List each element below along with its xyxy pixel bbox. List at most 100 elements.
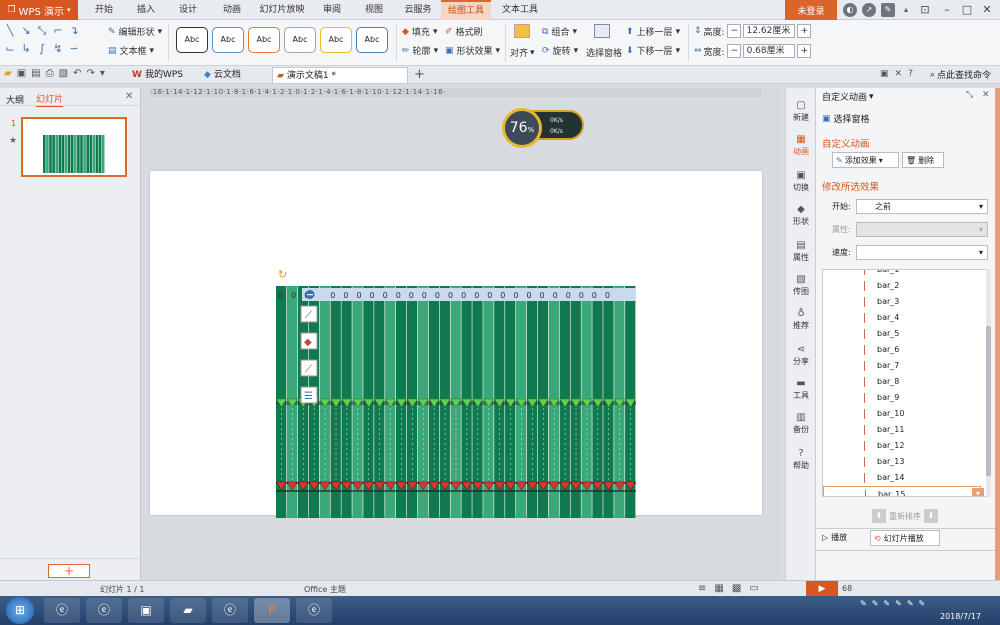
curve-arrow-shape-icon[interactable]: ↯ bbox=[52, 43, 64, 55]
item-dropdown-icon[interactable]: ▾ bbox=[972, 488, 984, 496]
style-preset-2[interactable]: Abc bbox=[212, 27, 244, 53]
animation-list-item[interactable]: bar_1 bbox=[823, 270, 981, 278]
new-tab-icon[interactable]: + bbox=[414, 66, 425, 83]
freeform-shape-icon[interactable]: ∽ bbox=[68, 43, 80, 55]
network-speed-widget[interactable]: 76% 0K/s 0K/s bbox=[502, 108, 584, 150]
tray-icon[interactable]: ✎ bbox=[907, 599, 914, 608]
double-arrow-shape-icon[interactable]: ⤡ bbox=[36, 25, 48, 37]
restore-icon[interactable]: ⊡ bbox=[915, 2, 935, 18]
connector-shape-icon[interactable]: ⌙ bbox=[4, 43, 16, 55]
menu-insert[interactable]: 插入 bbox=[128, 0, 164, 20]
collapse-icon[interactable]: ▴ bbox=[899, 3, 913, 17]
menu-review[interactable]: 审阅 bbox=[316, 0, 348, 20]
elbow-arrow-shape-icon[interactable]: ↴ bbox=[68, 25, 80, 37]
elbow-shape-icon[interactable]: ⌐ bbox=[52, 25, 64, 37]
feedback-icon[interactable]: ✎ bbox=[881, 3, 895, 17]
side-tool-backup[interactable]: ▥ 备份 bbox=[786, 412, 816, 435]
animation-list-item[interactable]: bar_15 ▾ bbox=[823, 486, 984, 496]
speed-select[interactable]: ▾ bbox=[856, 245, 988, 260]
reading-view-icon[interactable]: ▭ bbox=[749, 583, 758, 594]
combine-button[interactable]: ⧉ 组合 ▾ bbox=[542, 25, 577, 39]
menu-view[interactable]: 视图 bbox=[358, 0, 390, 20]
menu-drawing-tools[interactable]: 绘图工具 bbox=[441, 0, 491, 20]
curve-shape-icon[interactable]: ∫ bbox=[36, 43, 48, 55]
textbox-button[interactable]: ▤ 文本框 ▾ bbox=[108, 44, 154, 58]
slide-thumbnail[interactable] bbox=[21, 117, 127, 177]
search-input[interactable]: 点此查找命令 bbox=[937, 68, 991, 81]
maximize-icon[interactable]: □ bbox=[957, 2, 977, 18]
side-tool-new[interactable]: ▢ 新建 bbox=[786, 100, 816, 123]
share-icon[interactable]: ↗ bbox=[862, 3, 876, 17]
pane-title-dropdown[interactable]: 自定义动画 ▾ bbox=[822, 90, 874, 104]
animation-list[interactable]: bar_1 bar_2 bar_3 bar_4 bar_5 bar_6 bar_7 bar_8… bbox=[822, 269, 987, 497]
send-backward-button[interactable]: ⬇ 下移一层 ▾ bbox=[626, 44, 680, 58]
close-pane-icon[interactable]: ✕ bbox=[982, 90, 990, 100]
command-search[interactable]: ⌕ 点此查找命令 bbox=[930, 68, 991, 82]
side-tool-properties[interactable]: ▤ 属性 bbox=[786, 240, 816, 263]
animation-list-item[interactable]: bar_7 bbox=[823, 358, 981, 374]
move-up-icon[interactable]: ⬆ bbox=[872, 509, 886, 523]
side-tool-recommend[interactable]: ♁ 推荐 bbox=[786, 308, 816, 331]
menu-design[interactable]: 设计 bbox=[170, 0, 206, 20]
move-down-icon[interactable]: ⬇ bbox=[924, 509, 938, 523]
tab-presentation-1[interactable]: ▰ 演示文稿1 * bbox=[272, 67, 408, 83]
save-as-icon[interactable]: ▤ bbox=[31, 68, 40, 79]
side-tool-transition[interactable]: ▣ 切换 bbox=[786, 170, 816, 193]
height-decrement-button[interactable]: − bbox=[726, 24, 741, 38]
menu-text-tools[interactable]: 文本工具 bbox=[495, 0, 545, 20]
tray-icon[interactable]: ✎ bbox=[895, 599, 902, 608]
taskbar-ie-3[interactable]: ⓔ bbox=[296, 598, 332, 623]
bring-forward-button[interactable]: ⬆ 上移一层 ▾ bbox=[626, 25, 680, 39]
animation-list-item[interactable]: bar_3 bbox=[823, 294, 981, 310]
width-input[interactable]: 0.68厘米 bbox=[742, 44, 795, 58]
style-preset-3[interactable]: Abc bbox=[248, 27, 280, 53]
add-slide-button[interactable]: + bbox=[48, 564, 90, 578]
side-tool-help[interactable]: ? 帮助 bbox=[786, 448, 816, 471]
tray-icon[interactable]: ✎ bbox=[919, 599, 926, 608]
select-pane-link[interactable]: ▣ 选择窗格 bbox=[822, 112, 870, 126]
width-decrement-button[interactable]: − bbox=[726, 44, 741, 58]
animation-list-item[interactable]: bar_8 bbox=[823, 374, 981, 390]
tray-icon[interactable]: ✎ bbox=[883, 599, 890, 608]
pane-collapse-strip[interactable] bbox=[995, 88, 1000, 580]
animation-list-item[interactable]: bar_11 bbox=[823, 422, 981, 438]
tab-my-wps[interactable]: W 我的WPS bbox=[128, 67, 187, 83]
tray-icon[interactable]: ✎ bbox=[872, 599, 879, 608]
start-select[interactable]: 之前 ▾ bbox=[856, 199, 988, 214]
animation-list-item[interactable]: bar_6 bbox=[823, 342, 981, 358]
style-preset-4[interactable]: Abc bbox=[284, 27, 316, 53]
animation-list-item[interactable]: bar_9 bbox=[823, 390, 981, 406]
shape-effects-button[interactable]: ▣ 形状效果 ▾ bbox=[445, 44, 500, 58]
side-tool-shape[interactable]: ◆ 形状 bbox=[786, 204, 816, 227]
side-tool-tools[interactable]: ▬ 工具 bbox=[786, 378, 816, 401]
style-preset-5[interactable]: Abc bbox=[320, 27, 352, 53]
connector-arrow-shape-icon[interactable]: ↳ bbox=[20, 43, 32, 55]
close-icon[interactable]: ✕ bbox=[977, 2, 997, 18]
taskbar-360-browser[interactable]: ⓔ bbox=[44, 598, 80, 623]
taskbar-ie[interactable]: ⓔ bbox=[86, 598, 122, 623]
animation-list-item[interactable]: bar_12 bbox=[823, 438, 981, 454]
edit-shape-button[interactable]: ✎ 编辑形状 ▾ bbox=[108, 25, 162, 39]
side-tool-animation[interactable]: ▦ 动画 bbox=[786, 134, 816, 157]
animation-list-item[interactable]: bar_4 bbox=[823, 310, 981, 326]
line-shape-icon[interactable]: ╲ bbox=[4, 25, 16, 37]
bar-shapes-group[interactable]: 0000000000000000000000000 ⟋ ◆ ⟋ ☰ bbox=[276, 286, 636, 518]
print-icon[interactable]: ⎙ bbox=[46, 68, 54, 79]
tools-icon[interactable]: ✕ bbox=[895, 69, 903, 79]
taskbar-wps-presentation[interactable]: P bbox=[254, 598, 290, 623]
shape-gallery[interactable]: ╲ ↘ ⤡ ⌐ ↴ ⌙ ↳ ∫ ↯ ∽ bbox=[4, 23, 92, 63]
select-pane-button[interactable]: 选择窗格 bbox=[586, 46, 622, 59]
tray-icon[interactable]: ✎ bbox=[860, 599, 867, 608]
animation-list-item[interactable]: bar_14 bbox=[823, 470, 981, 486]
width-increment-button[interactable]: + bbox=[796, 44, 811, 58]
save-icon[interactable]: ▣ bbox=[17, 68, 26, 79]
help-icon[interactable]: ? bbox=[908, 69, 913, 79]
animation-list-item[interactable]: bar_10 bbox=[823, 406, 981, 422]
skin-icon[interactable]: ◐ bbox=[843, 3, 857, 17]
taskbar-ie-2[interactable]: ⓔ bbox=[212, 598, 248, 623]
menu-animation[interactable]: 动画 bbox=[214, 0, 250, 20]
tab-cloud-docs[interactable]: ◆ 云文档 bbox=[200, 67, 245, 83]
sorter-view-icon[interactable]: ▩ bbox=[732, 583, 741, 594]
style-preset-1[interactable]: Abc bbox=[176, 27, 208, 53]
menu-cloud[interactable]: 云服务 bbox=[398, 0, 438, 20]
